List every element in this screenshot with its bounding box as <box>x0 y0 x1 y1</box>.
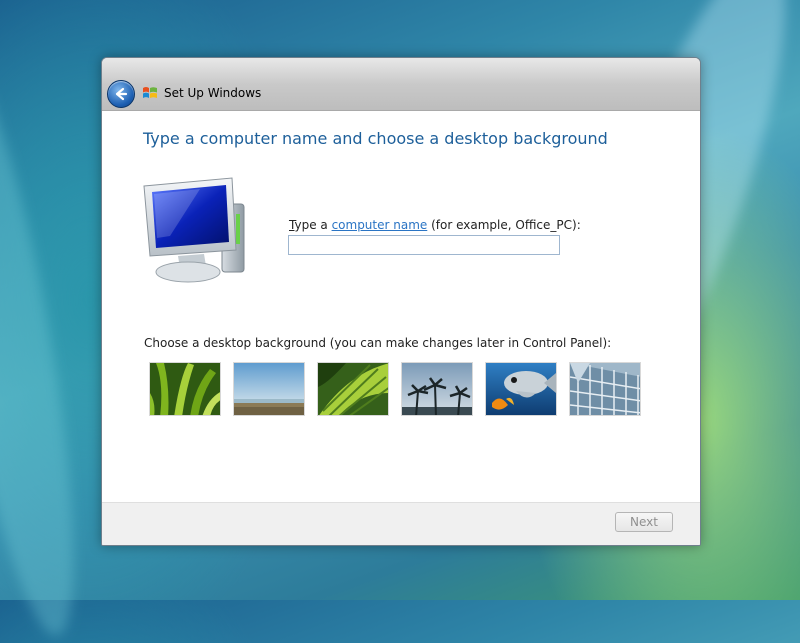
grass-leaves-image <box>150 363 220 415</box>
computer-name-input[interactable] <box>288 235 560 255</box>
computer-name-label: Type a computer name (for example, Offic… <box>289 218 581 232</box>
beach-horizon-image <box>234 363 304 415</box>
background-thumb-beach[interactable] <box>233 362 305 416</box>
page-heading: Type a computer name and choose a deskto… <box>143 129 608 148</box>
title-bar: Set Up Windows <box>102 58 700 111</box>
background-thumb-palm-trees[interactable] <box>401 362 473 416</box>
computer-name-link[interactable]: computer name <box>332 218 428 232</box>
background-thumb-green-leaf-closeup[interactable] <box>317 362 389 416</box>
background-label: Choose a desktop background (you can mak… <box>144 336 612 350</box>
windows-logo-icon <box>143 87 157 98</box>
fish-image <box>486 363 556 415</box>
label-text: (for example, Office_PC): <box>427 218 581 232</box>
label-text: ype a <box>294 218 332 232</box>
back-arrow-icon <box>115 87 128 101</box>
wallpaper-streak <box>0 36 102 643</box>
building-glass-image <box>570 363 640 415</box>
next-button[interactable]: Next <box>615 512 673 532</box>
leaf-closeup-image <box>318 363 388 415</box>
background-thumb-tropical-fish[interactable] <box>485 362 557 416</box>
background-thumb-glass-building[interactable] <box>569 362 641 416</box>
background-thumbnails <box>149 362 649 416</box>
setup-window: Set Up Windows Type a computer name and … <box>101 57 701 546</box>
computer-monitor-icon <box>143 177 245 283</box>
window-title: Set Up Windows <box>164 86 262 100</box>
footer-bar: Next <box>102 502 700 545</box>
background-thumb-green-leaves[interactable] <box>149 362 221 416</box>
palm-trees-image <box>402 363 472 415</box>
back-button[interactable] <box>107 80 135 108</box>
